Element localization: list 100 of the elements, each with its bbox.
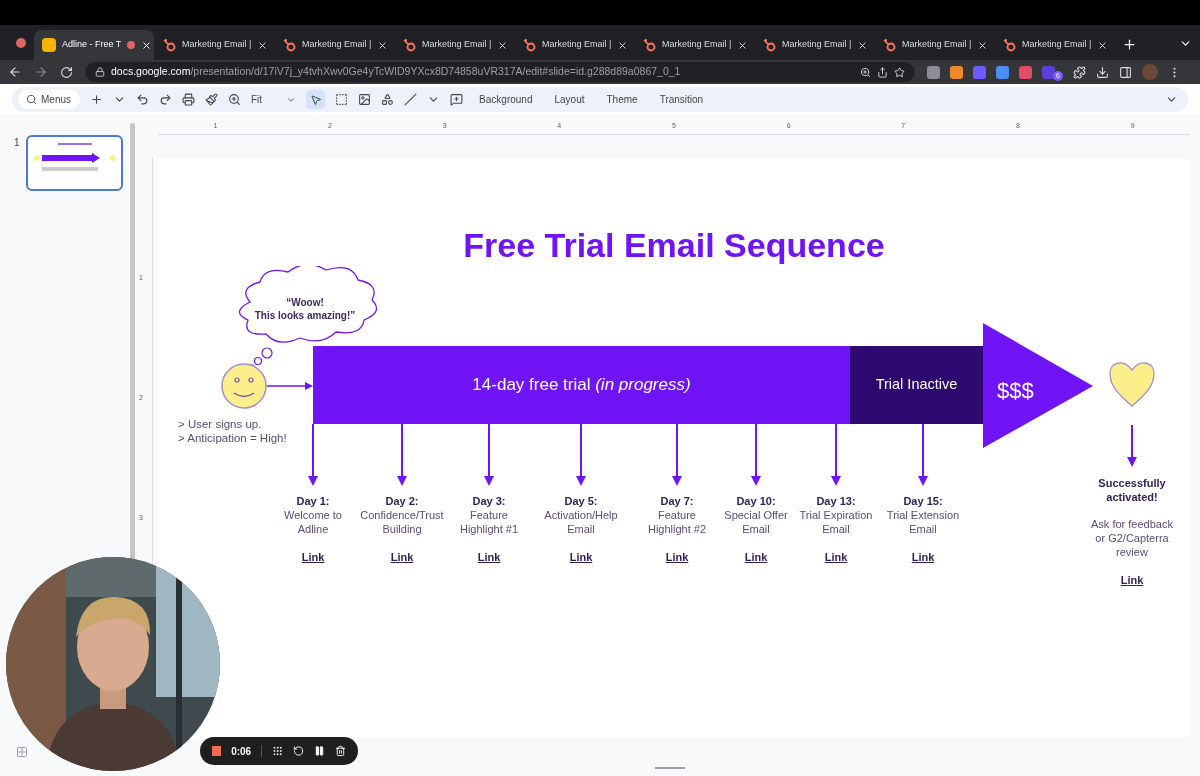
resize-handle[interactable]	[655, 767, 685, 769]
print-icon[interactable]	[182, 93, 195, 106]
browser-tab[interactable]: Adline - Free T	[34, 30, 154, 60]
stop-button[interactable]	[212, 746, 222, 756]
down-arrow	[918, 424, 928, 486]
new-tab-icon[interactable]	[1122, 37, 1137, 52]
toolbar-menu-button[interactable]: Theme	[600, 92, 644, 107]
email-link[interactable]: Link	[390, 549, 414, 566]
back-icon[interactable]	[8, 65, 22, 79]
bar-label: 14-day free trial (in progress)	[472, 374, 691, 397]
browser-tab[interactable]: Marketing Email |	[154, 30, 274, 60]
extensions-icon[interactable]	[1073, 65, 1086, 79]
close-icon[interactable]	[857, 39, 869, 51]
paint-format-icon[interactable]	[205, 93, 218, 106]
tab-title: Marketing Email |	[302, 38, 372, 52]
tab-title: Marketing Email |	[1022, 38, 1092, 52]
close-icon[interactable]	[257, 39, 269, 51]
milestone-title: Feature Highlight #1	[459, 508, 519, 536]
toolbar-menu-button[interactable]: Background	[473, 92, 539, 107]
zoom-icon[interactable]	[228, 93, 241, 106]
extension-icon[interactable]	[1019, 65, 1032, 79]
milestone-title: Special Offer Email	[724, 508, 788, 536]
zoom-icon[interactable]	[860, 66, 871, 78]
note-text: > User signs up.	[178, 417, 263, 431]
bookmark-star-icon[interactable]	[894, 66, 905, 78]
browser-tab[interactable]: Marketing Email |	[394, 30, 514, 60]
tab-title: Marketing Email |	[542, 38, 612, 52]
browser-tab[interactable]: Marketing Email |	[994, 30, 1114, 60]
email-link[interactable]: Link	[301, 549, 325, 566]
feedback-link[interactable]: Link	[1120, 572, 1144, 589]
milestone-day: Day 10:	[736, 494, 776, 508]
menus-search-field[interactable]: Menus	[18, 90, 80, 109]
close-icon[interactable]	[977, 39, 989, 51]
browser-tab[interactable]: Marketing Email |	[874, 30, 994, 60]
browser-tab[interactable]: Marketing Email |	[274, 30, 394, 60]
toolbar-menu-button[interactable]: Transition	[653, 92, 710, 107]
recording-time: 0:06	[231, 744, 252, 759]
slides-icon	[42, 38, 56, 52]
tab-title: Marketing Email |	[662, 38, 732, 52]
email-link[interactable]: Link	[911, 549, 935, 566]
line-icon[interactable]	[404, 93, 418, 106]
email-link[interactable]: Link	[824, 549, 848, 566]
milestone-title: Activation/Help Email	[544, 508, 618, 536]
reload-icon[interactable]	[60, 65, 73, 79]
sprocket-icon	[762, 38, 776, 52]
restart-icon[interactable]	[293, 745, 305, 757]
share-icon[interactable]	[877, 66, 888, 78]
close-icon[interactable]	[617, 39, 629, 51]
comment-icon[interactable]	[450, 93, 464, 106]
email-link[interactable]: Link	[665, 549, 689, 566]
milestone-day: Day 5:	[564, 494, 598, 508]
pause-icon[interactable]	[314, 745, 326, 757]
tab-title: Marketing Email |	[182, 38, 252, 52]
close-icon[interactable]	[141, 39, 153, 51]
zoom-dropdown[interactable]: Fit	[251, 92, 297, 107]
download-icon[interactable]	[1096, 65, 1109, 79]
select-tool[interactable]	[306, 90, 326, 109]
extension-icon[interactable]	[973, 65, 986, 79]
browser-tab[interactable]: Marketing Email |	[514, 30, 634, 60]
milestone-title: Feature Highlight #2	[647, 508, 707, 536]
undo-icon[interactable]	[136, 93, 149, 106]
browser-tab[interactable]: Marketing Email |	[634, 30, 754, 60]
browser-tab[interactable]: Marketing Email |	[754, 30, 874, 60]
close-icon[interactable]	[1097, 39, 1109, 51]
down-arrow	[1127, 425, 1137, 467]
close-icon[interactable]	[497, 39, 509, 51]
address-field[interactable]: docs.google.com/presentation/d/17iV7j_y4tvhXwv0Ge4yTcWID9YXcx8D74858uVR317A/edit#slide=id.g288d89a0867_0_1	[85, 62, 915, 82]
extension-icon[interactable]	[996, 65, 1009, 79]
milestone-title: Welcome to Adline	[284, 508, 342, 536]
note-text: > Anticipation = High!	[178, 431, 287, 445]
extension-icon[interactable]	[950, 65, 963, 79]
sprocket-icon	[642, 38, 656, 52]
sprocket-icon	[282, 38, 296, 52]
grip-icon[interactable]	[272, 745, 284, 757]
tab-title: Marketing Email |	[782, 38, 852, 52]
delete-icon[interactable]	[335, 745, 347, 757]
sprocket-icon	[162, 38, 176, 52]
email-link[interactable]: Link	[477, 549, 501, 566]
redo-icon[interactable]	[159, 93, 172, 106]
lock-icon	[95, 67, 105, 77]
sprocket-icon	[522, 38, 536, 52]
text-box-icon[interactable]	[335, 93, 349, 106]
milestone-title: Trial Extension Email	[886, 508, 960, 536]
sprocket-icon	[1002, 38, 1016, 52]
extension-icon[interactable]	[1042, 65, 1055, 79]
close-icon[interactable]	[737, 39, 749, 51]
email-link[interactable]: Link	[744, 549, 768, 566]
email-link[interactable]: Link	[569, 549, 593, 566]
shapes-icon[interactable]	[381, 93, 395, 106]
add-icon[interactable]	[90, 93, 103, 106]
close-icon[interactable]	[377, 39, 389, 51]
toolbar-menu-button[interactable]: Layout	[548, 92, 591, 107]
extension-icon[interactable]	[927, 65, 940, 79]
pointer-icon	[309, 93, 322, 106]
tab-title: Marketing Email |	[902, 38, 972, 52]
slide-number: 1	[14, 136, 20, 150]
image-icon[interactable]	[358, 93, 372, 106]
slide-title: Free Trial Email Sequence	[462, 225, 886, 266]
side-panel-icon[interactable]	[1119, 65, 1132, 79]
milestone-day: Day 1:	[296, 494, 330, 508]
